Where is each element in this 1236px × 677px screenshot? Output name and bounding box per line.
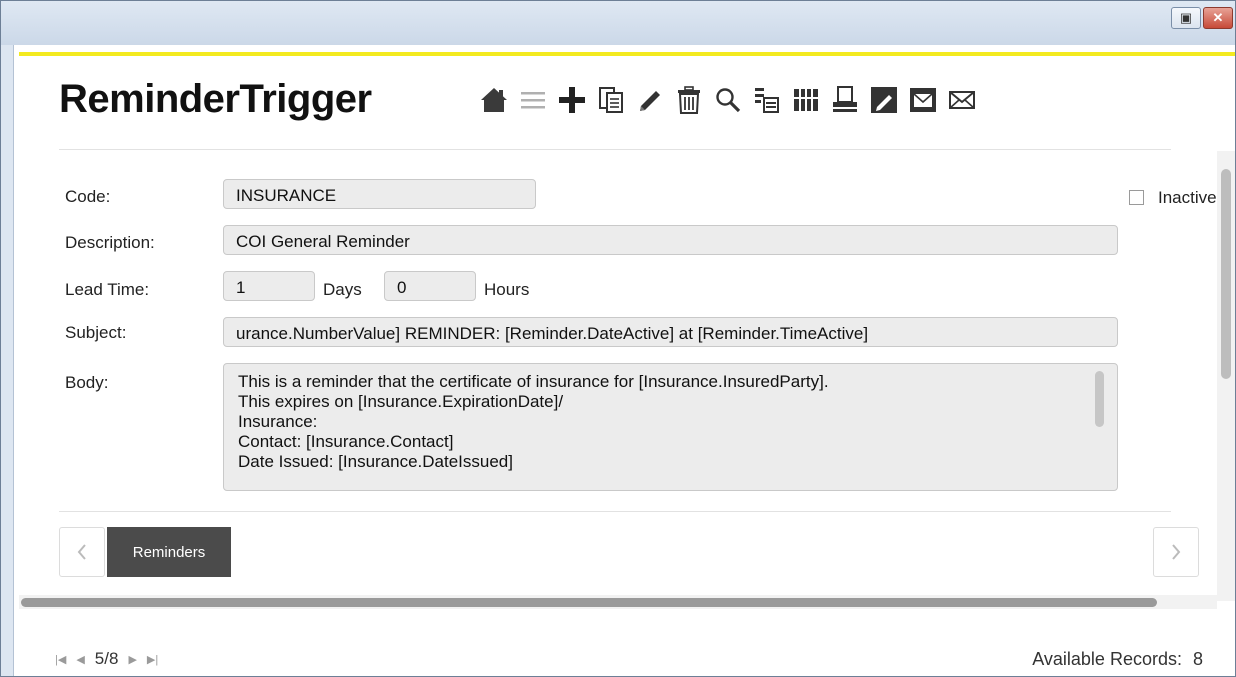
left-frame-strip [1, 45, 14, 676]
email-icon[interactable] [904, 81, 942, 119]
description-label: Description: [65, 233, 155, 252]
records-count: 8 [1192, 649, 1203, 669]
copy-icon[interactable] [592, 81, 630, 119]
first-record-icon[interactable]: |◀ [55, 653, 66, 666]
previous-record-icon[interactable]: ◀ [76, 653, 84, 666]
lead-hours-field[interactable]: 0 [384, 271, 476, 301]
page-position: 5/8 [94, 649, 119, 668]
days-label: Days [323, 280, 362, 299]
edit-pencil-icon[interactable] [631, 81, 669, 119]
body-scrollbar[interactable] [1095, 371, 1104, 427]
tab-reminders[interactable]: Reminders [107, 527, 231, 577]
records-label: Available Records: [1032, 649, 1182, 669]
home-icon[interactable] [475, 81, 513, 119]
print-icon[interactable] [826, 81, 864, 119]
vertical-scroll-thumb[interactable] [1221, 169, 1231, 379]
inactive-label: Inactive [1158, 188, 1217, 207]
code-label: Code: [65, 187, 111, 206]
available-records: Available Records: 8 [1032, 649, 1203, 670]
body-label: Body: [65, 373, 109, 392]
add-icon[interactable] [553, 81, 591, 119]
hours-label: Hours [484, 280, 530, 299]
next-record-icon[interactable]: ▶ [128, 653, 136, 666]
note-edit-icon[interactable] [865, 81, 903, 119]
body-textarea[interactable]: This is a reminder that the certificate … [223, 363, 1118, 491]
lead-time-label: Lead Time: [65, 280, 150, 299]
description-field[interactable]: COI General Reminder [223, 225, 1118, 255]
page-title: ReminderTrigger [59, 77, 372, 121]
close-button[interactable]: ✕ [1203, 7, 1233, 29]
inactive-checkbox[interactable] [1129, 190, 1144, 205]
window-controls: ▣ ✕ [1171, 7, 1233, 29]
columns-icon[interactable] [787, 81, 825, 119]
title-bar: ▣ ✕ [1, 1, 1235, 45]
header-divider [59, 149, 1171, 150]
subject-label: Subject: [65, 323, 127, 342]
last-record-icon[interactable]: ▶| [147, 653, 158, 666]
tree-icon[interactable] [748, 81, 786, 119]
app-window: ▣ ✕ ReminderTrigger Code: INSURANCE Inac… [0, 0, 1236, 677]
tabs-scroll-right-button[interactable] [1153, 527, 1199, 577]
restore-button[interactable]: ▣ [1171, 7, 1201, 29]
record-pager: |◀ ◀ 5/8 ▶ ▶| [55, 649, 168, 669]
list-icon[interactable] [514, 81, 552, 119]
tabs-scroll-left-button[interactable] [59, 527, 105, 577]
code-field[interactable]: INSURANCE [223, 179, 536, 209]
search-icon[interactable] [709, 81, 747, 119]
lead-days-field[interactable]: 1 [223, 271, 315, 301]
toolbar [475, 81, 982, 119]
subject-field[interactable]: urance.NumberValue] REMINDER: [Reminder.… [223, 317, 1118, 347]
form-divider [59, 511, 1171, 512]
delete-icon[interactable] [670, 81, 708, 119]
mail-icon[interactable] [943, 81, 981, 119]
horizontal-scroll-thumb[interactable] [21, 598, 1157, 607]
accent-bar [19, 52, 1235, 56]
body-text: This is a reminder that the certificate … [238, 372, 829, 471]
